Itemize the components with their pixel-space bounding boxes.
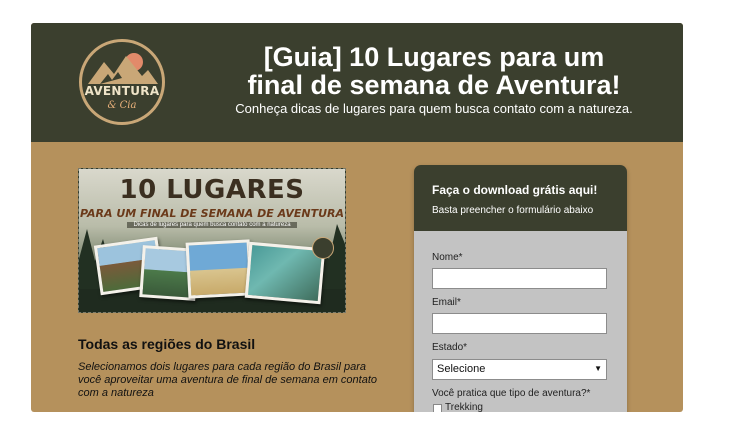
cover-photo-3 [185, 239, 253, 299]
state-select[interactable]: Selecione ▼ [432, 359, 607, 380]
title-line-1: [Guia] 10 Lugares para um [263, 42, 605, 72]
cover-logo-icon [312, 237, 334, 259]
state-label: Estado* [432, 342, 468, 353]
download-form: Faça o download grátis aqui! Basta preen… [414, 165, 627, 412]
ebook-cover-image: 10 LUGARES PARA UM FINAL DE SEMANA DE AV… [78, 168, 346, 313]
landing-page: AVENTURA & Cia [Guia] 10 Lugares para um… [31, 23, 683, 412]
cover-title: 10 LUGARES [119, 175, 305, 205]
state-select-value: Selecione [437, 363, 486, 375]
page-subtitle: Conheça dicas de lugares para quem busca… [235, 101, 633, 116]
trekking-checkbox[interactable] [433, 404, 442, 412]
brand-logo: AVENTURA & Cia [79, 39, 165, 125]
name-field[interactable] [432, 268, 607, 289]
form-header: Faça o download grátis aqui! Basta preen… [414, 165, 627, 231]
form-title: Faça o download grátis aqui! [432, 183, 598, 197]
header-banner: AVENTURA & Cia [Guia] 10 Lugares para um… [31, 23, 683, 142]
section-description: Selecionamos dois lugares para cada regi… [78, 361, 378, 399]
section-heading: Todas as regiões do Brasil [78, 336, 256, 352]
adventure-label: Você pratica que tipo de aventura?* [432, 388, 591, 399]
logo-subtext: & Cia [107, 100, 137, 111]
title-line-2: final de semana de Aventura! [247, 70, 621, 100]
cover-tagline: Dicas de lugares para quem busca contato… [127, 222, 297, 228]
page-title: [Guia] 10 Lugares para um final de seman… [209, 43, 659, 99]
cover-subtitle: PARA UM FINAL DE SEMANA DE AVENTURA [79, 207, 345, 220]
email-field[interactable] [432, 313, 607, 334]
name-label: Nome* [432, 252, 463, 263]
form-body: Nome* Email* Estado* Selecione ▼ Você pr… [414, 231, 627, 412]
trekking-option-label: Trekking [445, 402, 483, 412]
form-subtitle: Basta preencher o formulário abaixo [432, 205, 594, 216]
dropdown-arrow-icon: ▼ [594, 364, 602, 373]
logo-text: AVENTURA [84, 84, 160, 98]
email-label: Email* [432, 297, 461, 308]
